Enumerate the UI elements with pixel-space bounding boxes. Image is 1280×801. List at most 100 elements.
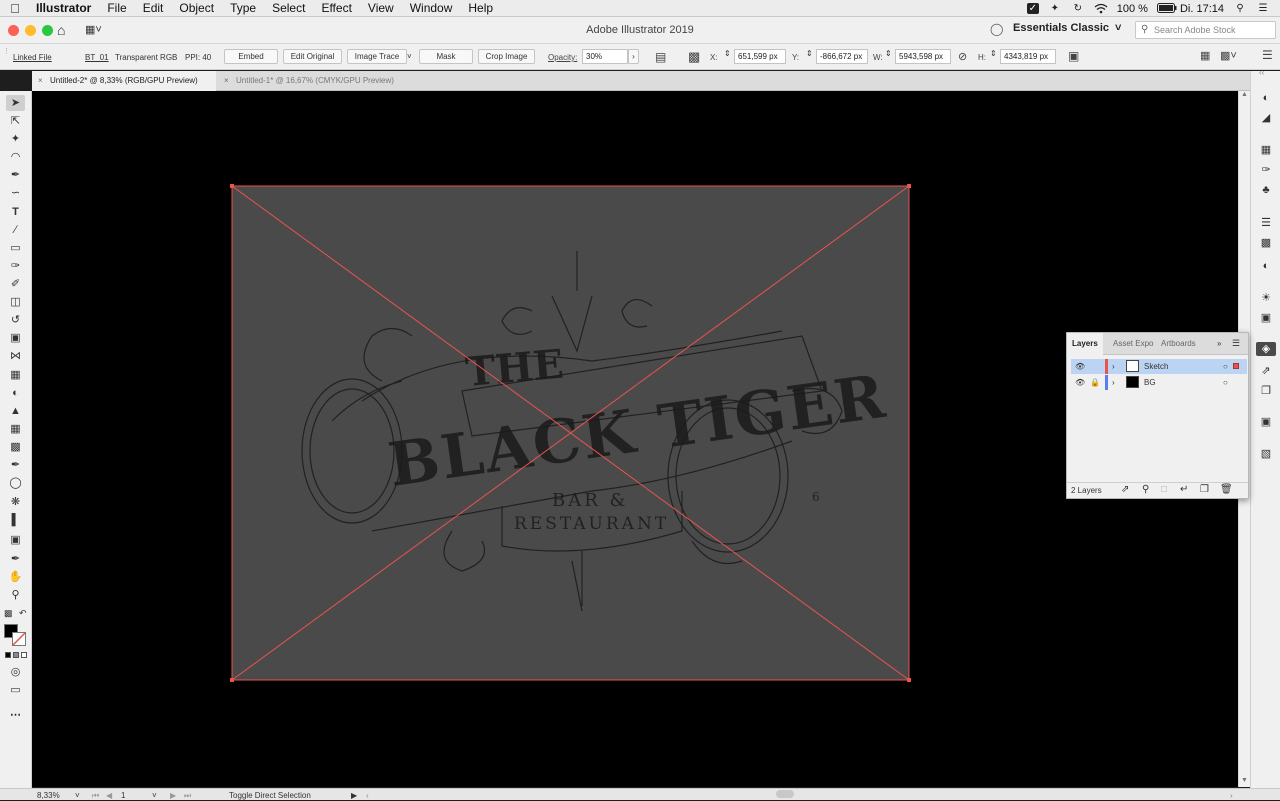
lock-icon[interactable]: 🔒 — [1090, 376, 1100, 389]
panel-menu-icon[interactable]: ☰ — [1232, 338, 1240, 349]
stroke-color-swatch[interactable] — [12, 632, 26, 646]
scale-tool-icon[interactable]: ▣ — [6, 330, 25, 346]
perspective-grid-tool-icon[interactable]: ▲ — [6, 403, 25, 419]
paintbrush-tool-icon[interactable]: ✑ — [6, 258, 25, 274]
layer-row-bg[interactable]: 👁 🔒 › BG ○ — [1071, 375, 1247, 390]
scroll-up-icon[interactable]: ▲ — [1241, 91, 1248, 98]
default-fill-stroke-icon[interactable]: ▩ — [4, 608, 13, 619]
reference-point-icon[interactable]: ▩ — [688, 49, 700, 65]
pen-tool-icon[interactable]: ✒ — [6, 167, 25, 183]
height-field[interactable]: 4343,819 px — [1000, 49, 1056, 64]
target-circle-icon[interactable]: ○ — [1223, 360, 1228, 373]
hand-tool-icon[interactable]: ✋ — [6, 569, 25, 585]
zoom-dropdown-icon[interactable]: ˅ — [75, 791, 80, 800]
status-text[interactable]: Toggle Direct Selection — [229, 791, 311, 800]
apple-menu-icon[interactable]:  — [0, 1, 30, 16]
column-graph-tool-icon[interactable]: ▌ — [6, 512, 25, 528]
delete-layer-icon[interactable]: 🗑 — [1220, 484, 1233, 495]
visibility-eye-icon[interactable]: 👁 — [1075, 376, 1085, 389]
zoom-tool-icon[interactable]: ⚲ — [6, 587, 25, 603]
tab-asset-export[interactable]: Asset Expo — [1108, 333, 1154, 355]
artboard-tool-icon[interactable]: ▣ — [6, 532, 25, 548]
appearance-icon[interactable]: ☀ — [1258, 291, 1274, 305]
expand-layer-icon[interactable]: › — [1112, 360, 1115, 373]
menu-help[interactable]: Help — [460, 0, 501, 17]
layers-icon[interactable]: ◈ — [1256, 342, 1276, 356]
notification-center-icon[interactable]: ☰ — [1256, 3, 1270, 14]
w-stepper-icon[interactable]: ⇕ — [885, 49, 892, 58]
isolate-icon[interactable]: ▦ — [1200, 49, 1210, 62]
selected-art-indicator[interactable] — [1233, 363, 1239, 369]
visibility-eye-icon[interactable]: 👁 — [1075, 360, 1085, 373]
color-mode-buttons[interactable] — [5, 652, 27, 659]
edit-toolbar-icon[interactable]: ⋯ — [6, 707, 25, 723]
align-to-selection-icon[interactable]: ▤ — [655, 50, 666, 64]
previous-artboard-icon[interactable]: ◀ — [106, 791, 112, 800]
transparency-icon[interactable]: ◐ — [1258, 259, 1274, 273]
status-menu-icon[interactable]: ▶ — [351, 791, 357, 800]
y-stepper-icon[interactable]: ⇕ — [806, 49, 813, 58]
x-position-field[interactable]: 651,599 px — [734, 49, 786, 64]
x-stepper-icon[interactable]: ⇕ — [724, 49, 731, 58]
tab-untitled-2[interactable]: × Untitled-2* @ 8,33% (RGB/GPU Preview) — [32, 71, 216, 91]
gradient-icon[interactable]: ▩ — [1258, 236, 1274, 250]
lasso-tool-icon[interactable]: ◠ — [6, 149, 25, 165]
panel-grip-icon[interactable]: ⋮ — [3, 47, 10, 55]
menu-object[interactable]: Object — [171, 0, 222, 17]
tab-layers[interactable]: Layers — [1067, 333, 1103, 355]
workspace-switcher[interactable]: Essentials Classic ˅ — [1013, 22, 1121, 34]
graphic-styles-icon[interactable]: ▣ — [1258, 311, 1274, 325]
menu-window[interactable]: Window — [402, 0, 461, 17]
create-sublayer-icon[interactable]: ↵ — [1180, 484, 1188, 495]
maximize-window-button[interactable] — [42, 25, 53, 36]
blend-tool-icon[interactable]: ◯ — [6, 475, 25, 491]
symbols-icon[interactable]: ♣ — [1258, 183, 1274, 197]
export-for-screens-icon[interactable]: ⇗ — [1121, 484, 1129, 495]
type-tool-icon[interactable]: T — [6, 204, 25, 220]
screen-mode-icon[interactable]: ▭ — [6, 682, 25, 698]
lightbulb-icon[interactable]: ◯ — [990, 22, 1003, 36]
sync-icon[interactable]: ↻ — [1071, 3, 1085, 14]
menu-view[interactable]: View — [360, 0, 402, 17]
layer-row-sketch[interactable]: 👁 › Sketch ○ — [1071, 359, 1247, 374]
draw-mode-icon[interactable]: ◎ — [6, 664, 25, 680]
selection-tool-icon[interactable]: ➤ — [6, 95, 25, 111]
curvature-tool-icon[interactable]: ∽ — [6, 185, 25, 201]
eraser-tool-icon[interactable]: ◫ — [6, 294, 25, 310]
color-guide-icon[interactable]: ◐ — [1258, 91, 1274, 105]
gradient-mode-icon[interactable] — [13, 652, 19, 658]
document-canvas[interactable]: THE BLACK TIGER BAR & RESTAURANT 6 — [32, 91, 1238, 787]
creative-cloud-icon[interactable]: ✦ — [1048, 3, 1062, 14]
line-segment-tool-icon[interactable]: ∕ — [6, 222, 25, 238]
tab-artboards[interactable]: Artboards — [1156, 333, 1201, 355]
close-tab-icon[interactable]: × — [224, 71, 229, 91]
constrain-proportions-icon[interactable]: ⊘ — [958, 50, 967, 63]
new-layer-icon[interactable]: ❐ — [1200, 484, 1209, 495]
arrange-icon[interactable]: ▩˅ — [1220, 49, 1237, 62]
rectangle-tool-icon[interactable]: ▭ — [6, 240, 25, 256]
scroll-down-icon[interactable]: ▼ — [1241, 777, 1248, 784]
opacity-label[interactable]: Opacity: — [548, 53, 577, 62]
color-mode-icon[interactable] — [5, 652, 11, 658]
brushes-icon[interactable]: ✑ — [1258, 163, 1274, 177]
artboard-number[interactable]: 1 — [121, 791, 125, 800]
embed-button[interactable]: Embed — [224, 49, 278, 64]
panel-expand-icon[interactable]: » — [1217, 339, 1221, 348]
battery-icon[interactable] — [1156, 3, 1177, 14]
width-field[interactable]: 5943,598 px — [895, 49, 951, 64]
slice-tool-icon[interactable]: ✒ — [6, 551, 25, 567]
mask-button[interactable]: Mask — [419, 49, 473, 64]
target-circle-icon[interactable]: ○ — [1223, 376, 1228, 389]
asset-export-icon[interactable]: ▣ — [1258, 415, 1274, 429]
checkmark-status-icon[interactable]: ✓ — [1026, 3, 1039, 14]
menu-effect[interactable]: Effect — [313, 0, 359, 17]
gradient-tool-icon[interactable]: ▩ — [6, 439, 25, 455]
adobe-stock-search-input[interactable]: ⚲ Search Adobe Stock — [1135, 21, 1276, 39]
eyedropper-tool-icon[interactable]: ✒ — [6, 457, 25, 473]
horizontal-scroll-thumb[interactable] — [776, 790, 794, 798]
scroll-left-icon[interactable]: ‹ — [366, 791, 369, 800]
free-transform-tool-icon[interactable]: ▦ — [6, 367, 25, 383]
color-icon[interactable]: ◢ — [1258, 111, 1274, 125]
close-window-button[interactable] — [8, 25, 19, 36]
y-position-field[interactable]: -866,672 px — [816, 49, 868, 64]
